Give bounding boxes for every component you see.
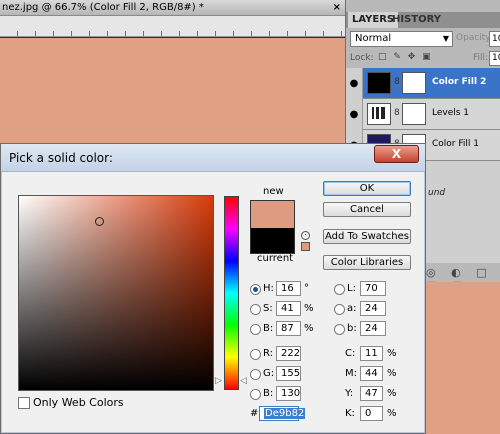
layer-thumbnail[interactable]	[367, 72, 391, 94]
color-libraries-button[interactable]: Color Libraries	[323, 255, 411, 270]
a-field[interactable]: 24	[360, 301, 386, 316]
levels-adjustment-icon[interactable]	[367, 103, 391, 125]
panel-tabs: LAYERS HISTORY	[346, 12, 500, 28]
eye-icon[interactable]: ●	[346, 99, 363, 130]
document-tab[interactable]: nez.jpg @ 66.7% (Color Fill 2, RGB/8#) *…	[0, 0, 345, 16]
dialog-titlebar[interactable]: Pick a solid color: X	[1, 144, 425, 172]
s-label: S:	[263, 303, 273, 314]
hex-label: #	[250, 408, 259, 419]
fill-field[interactable]: 10	[489, 51, 500, 66]
lock-label: Lock:	[350, 53, 374, 63]
lock-icons[interactable]: □ ✎ ✥ ▣	[378, 52, 433, 62]
s-radio[interactable]	[250, 304, 261, 315]
current-color-label: current	[257, 253, 294, 264]
k-unit: %	[387, 408, 397, 419]
current-color-swatch[interactable]	[250, 228, 295, 254]
hue-slider[interactable]	[224, 196, 239, 390]
link-icon: 8	[394, 108, 400, 118]
chevron-down-icon: ▼	[442, 34, 449, 43]
only-web-colors-label: Only Web Colors	[33, 396, 124, 409]
cancel-button[interactable]: Cancel	[323, 202, 411, 217]
document-close-icon[interactable]: ×	[333, 0, 341, 15]
lab-b-label: b:	[347, 323, 357, 334]
a-radio[interactable]	[334, 304, 345, 315]
blend-mode-value: Normal	[355, 33, 392, 44]
background-layer-label: und	[428, 188, 446, 198]
b-label: B:	[263, 323, 274, 334]
h-label: H:	[263, 283, 274, 294]
m-unit: %	[387, 368, 397, 379]
layer-name: Color Fill 2	[432, 77, 487, 87]
document-title: nez.jpg @ 66.7% (Color Fill 2, RGB/8#) *	[2, 2, 204, 13]
b-field[interactable]: 87	[276, 321, 301, 336]
eye-icon[interactable]: ●	[346, 68, 363, 99]
slider-handle-left-icon[interactable]: ▷	[215, 376, 222, 386]
blue-field[interactable]: 130	[276, 386, 301, 401]
h-field[interactable]: 16	[276, 281, 301, 296]
l-field[interactable]: 70	[360, 281, 386, 296]
new-color-swatch	[250, 200, 295, 228]
s-field[interactable]: 41	[276, 301, 301, 316]
m-field[interactable]: 44	[360, 366, 383, 381]
r-label: R:	[263, 348, 274, 359]
color-picker-dialog: Pick a solid color: X ▷ ◁ Only Web Color…	[0, 143, 426, 434]
l-label: L:	[347, 283, 356, 294]
c-field[interactable]: 11	[360, 346, 383, 361]
close-button[interactable]: X	[374, 145, 419, 163]
m-label: M:	[345, 368, 357, 379]
ok-button[interactable]: OK	[323, 181, 411, 196]
s-unit: %	[304, 303, 314, 314]
new-color-label: new	[263, 186, 284, 197]
g-label: G:	[263, 368, 275, 379]
link-icon: 8	[394, 77, 400, 87]
horizontal-ruler	[0, 16, 345, 37]
hex-value: De9b82	[264, 408, 306, 419]
tab-history[interactable]: HISTORY	[388, 12, 445, 28]
g-radio[interactable]	[250, 369, 261, 380]
add-to-swatches-button[interactable]: Add To Swatches	[323, 229, 411, 244]
layer-mask-thumbnail[interactable]	[402, 72, 426, 94]
k-label: K:	[345, 408, 355, 419]
layer-name: Color Fill 1	[432, 139, 479, 149]
blend-mode-select[interactable]: Normal ▼	[350, 31, 453, 47]
histogram-icon	[372, 107, 388, 119]
y-label: Y:	[345, 388, 354, 399]
lab-b-radio[interactable]	[334, 324, 345, 335]
y-unit: %	[387, 388, 397, 399]
h-unit: °	[304, 283, 309, 294]
a-label: a:	[347, 303, 357, 314]
r-radio[interactable]	[250, 349, 261, 360]
web-safe-swatch[interactable]	[301, 242, 310, 251]
color-field[interactable]	[18, 195, 214, 391]
gamut-warning-icon[interactable]: ·	[301, 231, 310, 240]
blue-radio[interactable]	[250, 389, 261, 400]
dialog-title: Pick a solid color:	[9, 151, 113, 165]
b-radio[interactable]	[250, 324, 261, 335]
c-unit: %	[387, 348, 397, 359]
fill-label: Fill:	[473, 53, 489, 63]
layer-row-levels-1[interactable]: ● 8 Levels 1	[346, 99, 500, 130]
k-field[interactable]: 0	[360, 406, 383, 421]
layer-row-color-fill-2[interactable]: ● 8 Color Fill 2	[346, 68, 500, 99]
b-unit: %	[304, 323, 314, 334]
opacity-label: Opacity:	[456, 33, 493, 43]
r-field[interactable]: 222	[276, 346, 301, 361]
opacity-field[interactable]: 10	[489, 31, 500, 47]
color-sample-marker[interactable]	[95, 217, 104, 226]
layer-name: Levels 1	[432, 108, 470, 118]
slider-handle-right-icon[interactable]: ◁	[240, 376, 247, 386]
only-web-colors-checkbox[interactable]	[18, 397, 30, 409]
blue-label: B:	[263, 388, 274, 399]
y-field[interactable]: 47	[360, 386, 383, 401]
layer-mask-thumbnail[interactable]	[402, 103, 426, 125]
g-field[interactable]: 155	[276, 366, 301, 381]
l-radio[interactable]	[334, 284, 345, 295]
c-label: C:	[345, 348, 356, 359]
h-radio[interactable]	[250, 284, 261, 295]
lab-b-field[interactable]: 24	[360, 321, 386, 336]
hex-field[interactable]: De9b82	[259, 406, 306, 421]
